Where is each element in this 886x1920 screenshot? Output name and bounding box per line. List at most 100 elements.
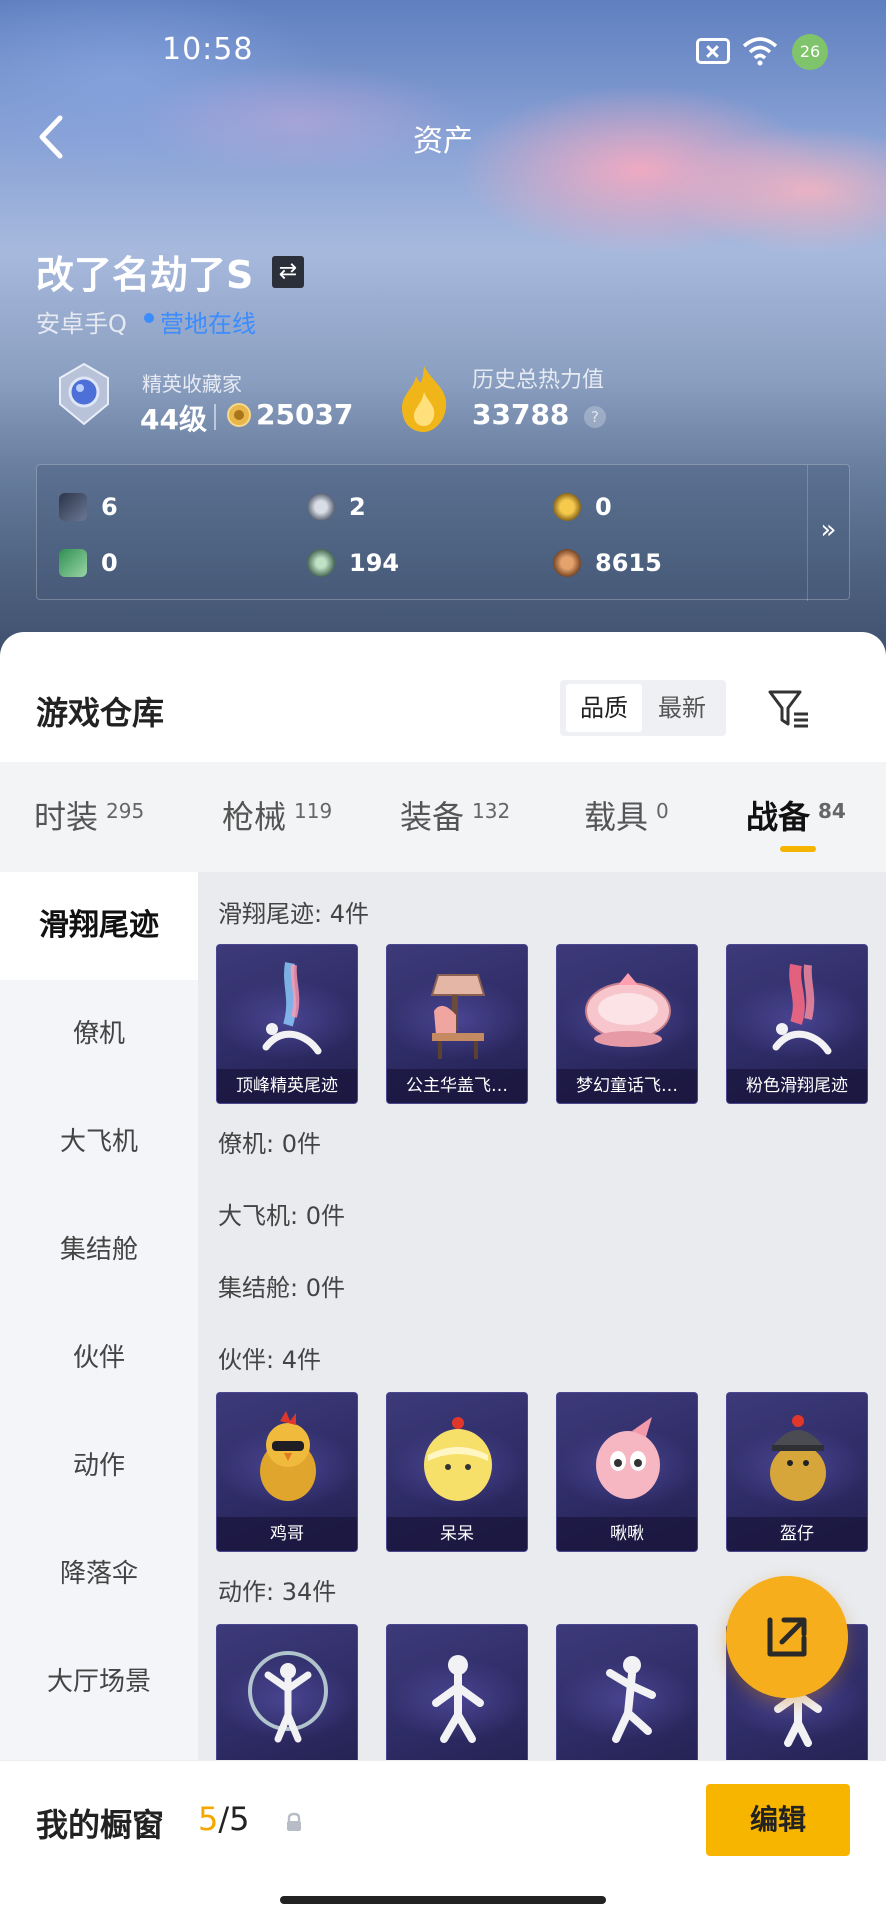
wifi-icon: [742, 37, 778, 66]
currency-value: 194: [349, 549, 400, 577]
battery-icon: 26: [792, 34, 828, 70]
share-export-icon[interactable]: [726, 1576, 848, 1698]
item-card[interactable]: 梦幻童话飞…: [556, 944, 698, 1104]
page-title: 资产: [413, 124, 473, 159]
sort-newest-button[interactable]: 最新: [644, 684, 720, 732]
filter-icon[interactable]: [764, 684, 812, 732]
tab-count: 132: [472, 799, 511, 823]
sidebar-item-emote[interactable]: 动作: [0, 1412, 198, 1520]
sidebar-item-wingman[interactable]: 僚机: [0, 980, 198, 1088]
currency-value: 8615: [595, 549, 662, 577]
item-card[interactable]: [386, 1624, 528, 1760]
sidebar-item-companion[interactable]: 伙伴: [0, 1304, 198, 1412]
heat-value: 33788: [472, 398, 570, 431]
tab-count: 0: [656, 799, 669, 823]
section-header: 伙伴: 4件: [218, 1346, 321, 1374]
chick-companion-icon: [424, 1417, 492, 1501]
emote-kick-icon: [606, 1656, 656, 1743]
sidebar-item-lobby[interactable]: 大厅场景: [0, 1628, 198, 1736]
pink-glide-trail-icon: [772, 963, 832, 1055]
tab-readiness[interactable]: 战备 84: [746, 792, 846, 838]
tab-fashion[interactable]: 时装 295: [34, 792, 144, 838]
help-icon[interactable]: ?: [584, 406, 606, 428]
active-tab-indicator: [780, 846, 816, 852]
showcase-count-total: /5: [218, 1800, 250, 1838]
coin-value: 25037: [256, 398, 354, 431]
item-name: 鸡哥: [217, 1517, 357, 1551]
section-header: 集结舱: 0件: [218, 1274, 345, 1302]
item-name: 公主华盖飞…: [387, 1069, 527, 1103]
sidebar-item-pod[interactable]: 集结舱: [0, 1196, 198, 1304]
tab-label: 战备: [746, 798, 811, 836]
currency-value: 0: [101, 549, 118, 577]
ticket-icon: [59, 549, 87, 577]
showcase-label: 我的橱窗: [36, 1806, 165, 1844]
tab-label: 时装: [34, 798, 99, 836]
chicken-companion-icon: [260, 1411, 316, 1501]
item-card[interactable]: [556, 1624, 698, 1760]
lock-icon: [287, 1812, 301, 1831]
tab-count: 84: [818, 799, 846, 823]
currency-item: 0: [59, 549, 118, 577]
gold-token-icon: [553, 493, 581, 521]
item-name: 啾啾: [557, 1517, 697, 1551]
level-value: 44级: [140, 403, 207, 436]
status-bar: 10:58 26: [0, 0, 886, 100]
currency-value: 6: [101, 493, 118, 521]
sidebar-item-glide-trail[interactable]: 滑翔尾迹: [0, 872, 198, 980]
online-dot-icon: [144, 313, 154, 323]
item-card[interactable]: 呆呆: [386, 1392, 528, 1552]
sidebar: 滑翔尾迹 僚机 大飞机 集结舱 伙伴 动作 降落伞 大厅场景: [0, 872, 198, 1760]
emote-dance-icon: [432, 1655, 484, 1743]
more-chevron-icon[interactable]: »: [807, 465, 849, 601]
tab-equipment[interactable]: 装备 132: [400, 792, 510, 838]
section-header: 大飞机: 0件: [218, 1202, 345, 1230]
item-card[interactable]: 鸡哥: [216, 1392, 358, 1552]
sort-quality-button[interactable]: 品质: [566, 684, 642, 732]
collector-coin-icon: [227, 403, 251, 427]
item-name: 顶峰精英尾迹: [217, 1069, 357, 1103]
sidebar-item-parachute[interactable]: 降落伞: [0, 1520, 198, 1628]
collector-badge-icon: [59, 362, 109, 426]
tab-vehicles[interactable]: 载具 0: [584, 792, 669, 838]
warehouse-title: 游戏仓库: [36, 694, 165, 732]
tab-label: 枪械: [222, 798, 287, 836]
edit-button[interactable]: 编辑: [706, 1784, 850, 1856]
item-name: 梦幻童话飞…: [557, 1069, 697, 1103]
showcase-count-current: 5: [198, 1800, 219, 1838]
item-card[interactable]: 粉色滑翔尾迹: [726, 944, 868, 1104]
currency-panel[interactable]: 6 2 0 0 194 8615 »: [36, 464, 850, 601]
section-header: 滑翔尾迹: 4件: [218, 900, 369, 928]
bronze-coin-icon: [553, 549, 581, 577]
item-card[interactable]: 啾啾: [556, 1392, 698, 1552]
fairytale-carriage-icon: [585, 973, 671, 1047]
tab-count: 295: [106, 799, 145, 823]
item-card[interactable]: 顶峰精英尾迹: [216, 944, 358, 1104]
pink-bird-companion-icon: [596, 1417, 660, 1499]
home-indicator: [280, 1896, 606, 1904]
item-name: 呆呆: [387, 1517, 527, 1551]
divider: [214, 404, 216, 430]
canopy-trail-icon: [430, 974, 486, 1059]
glide-trail-icon: [262, 962, 322, 1055]
item-card[interactable]: [216, 1624, 358, 1760]
flame-icon: [402, 366, 447, 432]
section-header: 僚机: 0件: [218, 1130, 321, 1158]
showcase-count: 5/5: [198, 1800, 250, 1838]
player-name: 改了名劫了S: [36, 253, 254, 297]
sidebar-item-big-plane[interactable]: 大飞机: [0, 1088, 198, 1196]
tab-count: 119: [294, 799, 333, 823]
category-tabs: 时装 295 枪械 119 装备 132 载具 0 战备 84: [0, 762, 886, 872]
sort-toggle: 品质 最新: [560, 680, 726, 736]
online-status: 营地在线: [160, 310, 256, 338]
item-card[interactable]: 公主华盖飞…: [386, 944, 528, 1104]
level-title: 精英收藏家: [142, 372, 242, 396]
currency-item: 194: [307, 549, 399, 577]
status-time: 10:58: [162, 32, 254, 67]
card-icon: [59, 493, 87, 521]
switch-account-icon[interactable]: ⇄: [272, 256, 304, 288]
tab-guns[interactable]: 枪械 119: [222, 792, 332, 838]
item-card[interactable]: 盔仔: [726, 1392, 868, 1552]
currency-value: 0: [595, 493, 612, 521]
heat-title: 历史总热力值: [472, 368, 605, 393]
